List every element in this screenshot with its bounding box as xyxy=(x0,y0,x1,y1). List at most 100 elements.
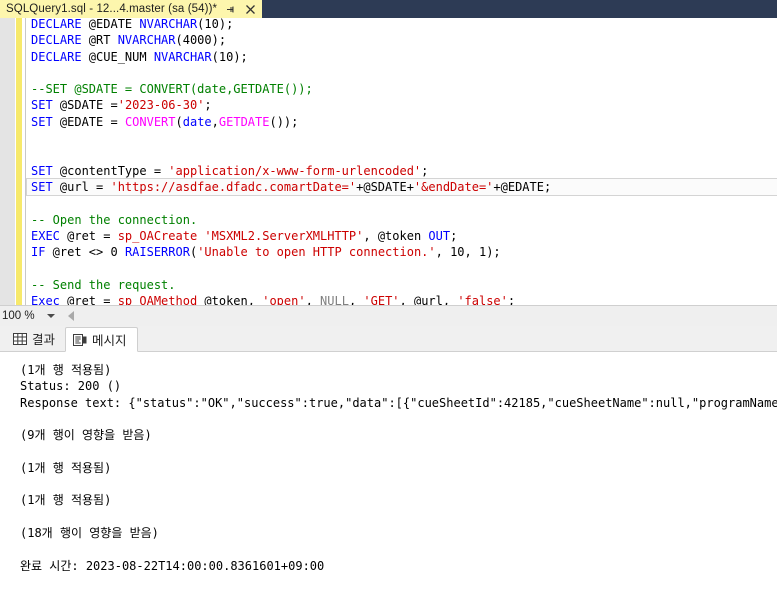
line-exec-oacreate-token-5: , @token xyxy=(363,228,429,243)
line-set-contenttype-token-3: ; xyxy=(421,163,429,178)
message-line: (1개 행 적용됨) xyxy=(20,363,112,377)
line-comment-open[interactable]: -- Open the connection. xyxy=(27,212,777,228)
line-if-raiserror[interactable]: IF @ret <> 0 RAISERROR('Unable to open H… xyxy=(27,244,777,260)
line-set-url[interactable]: SET @url = 'https://asdfae.dfadc.comartD… xyxy=(26,177,777,197)
line-set-edate-token-4: date xyxy=(182,114,212,129)
line-exec-oamethod-token-11: ; xyxy=(507,294,516,305)
line-declare-cuenum-token-3: ( xyxy=(211,49,219,64)
line-exec-oamethod-token-8: 'GET' xyxy=(363,294,400,305)
line-comment-send[interactable]: -- Send the request. xyxy=(27,277,777,293)
close-tab-icon[interactable] xyxy=(245,4,257,15)
line-set-edate-token-3: ( xyxy=(175,114,183,129)
grid-icon xyxy=(13,332,27,346)
tab-results-label: 결과 xyxy=(32,332,56,347)
line-exec-oacreate[interactable]: EXEC @ret = sp_OACreate 'MSXML2.ServerXM… xyxy=(27,228,777,244)
line-exec-oamethod-token-9: , @url, xyxy=(399,294,458,305)
message-line: (9개 행이 영향을 받음) xyxy=(20,428,152,443)
line-exec-oamethod-token-10: 'false' xyxy=(457,294,508,305)
line-declare-edate[interactable]: DECLARE @EDATE NVARCHAR(10); xyxy=(27,18,777,32)
line-if-raiserror-token-4: 'Unable to open HTTP connection.' xyxy=(197,245,436,260)
line-set-sdate[interactable]: SET @SDATE ='2023-06-30'; xyxy=(27,97,777,113)
line-if-raiserror-token-5: , 10, 1); xyxy=(435,245,501,260)
line-set-contenttype[interactable]: SET @contentType = 'application/x-www-fo… xyxy=(27,163,777,179)
line-comment-send-token-0: -- Send the request. xyxy=(31,277,176,292)
line-blank-4[interactable] xyxy=(27,195,777,211)
line-set-edate-token-5: , xyxy=(211,114,219,129)
line-if-raiserror-token-2: RAISERROR xyxy=(124,245,190,260)
line-exec-oacreate-token-0: EXEC xyxy=(31,228,60,243)
line-set-edate-token-1: @EDATE = xyxy=(52,114,125,129)
line-if-raiserror-token-1: @ret <> 0 xyxy=(45,245,125,260)
chevron-down-icon[interactable] xyxy=(47,314,55,318)
message-line: (1개 행 적용됨) xyxy=(20,460,112,475)
line-declare-rt-token-3: ( xyxy=(175,33,183,48)
line-declare-cuenum-token-4: 10 xyxy=(218,49,234,64)
document-tab-strip: SQLQuery1.sql - 12...4.master (sa (54))* xyxy=(0,0,777,18)
line-exec-oacreate-token-6: OUT xyxy=(428,228,451,243)
line-declare-cuenum-token-0: DECLARE xyxy=(31,49,82,64)
scroll-left-arrow-icon[interactable] xyxy=(68,311,74,321)
tab-messages[interactable]: 메시지 xyxy=(65,327,138,352)
line-exec-oacreate-token-2: sp_OACreate xyxy=(117,228,198,243)
document-tab-sqlquery1[interactable]: SQLQuery1.sql - 12...4.master (sa (54))* xyxy=(0,0,263,18)
line-blank-3[interactable] xyxy=(27,146,777,162)
line-exec-oamethod-token-6: NULL xyxy=(320,294,349,305)
zoom-level-dropdown[interactable]: 100 % xyxy=(0,306,60,326)
line-declare-cuenum[interactable]: DECLARE @CUE_NUM NVARCHAR(10); xyxy=(27,49,777,65)
line-set-sdate-token-3: ; xyxy=(204,98,212,113)
line-comment-set-sdate[interactable]: --SET @SDATE = CONVERT(date,GETDATE()); xyxy=(27,81,777,97)
line-set-contenttype-token-2: 'application/x-www-form-urlencoded' xyxy=(168,163,422,178)
tab-messages-label: 메시지 xyxy=(92,333,127,348)
editor-status-bar: 100 % xyxy=(0,305,777,326)
line-exec-oamethod-token-5: , xyxy=(305,294,321,305)
editor-indicator-margin xyxy=(0,18,15,305)
message-line: (18개 행이 영향을 받음) xyxy=(20,525,159,540)
line-exec-oamethod-token-3: @token, xyxy=(197,294,263,305)
sql-code-editor[interactable]: DECLARE @EDATE NVARCHAR(10); DECLARE @RT … xyxy=(0,18,777,305)
line-declare-rt-token-2: NVARCHAR xyxy=(117,33,176,48)
line-set-url-token-2: 'https://asdfae.dfadc.comartDate=' xyxy=(110,179,357,194)
line-exec-oamethod-token-2: sp_OAMethod xyxy=(117,294,198,305)
message-icon xyxy=(73,333,87,347)
line-set-url-token-4: '&endDate=' xyxy=(413,179,494,194)
line-declare-rt-token-0: DECLARE xyxy=(31,33,82,48)
line-blank-5[interactable] xyxy=(27,260,777,276)
line-comment-open-token-0: -- Open the connection. xyxy=(31,212,198,227)
line-if-raiserror-token-0: IF xyxy=(31,245,46,260)
line-set-edate-token-7: ()); xyxy=(269,114,299,129)
message-line: Status: 200 () xyxy=(20,379,122,394)
line-declare-cuenum-token-1: @CUE_NUM xyxy=(81,49,154,64)
line-comment-set-sdate-token-0: --SET @SDATE = CONVERT(date,GETDATE()); xyxy=(31,82,313,97)
line-set-edate[interactable]: SET @EDATE = CONVERT(date,GETDATE()); xyxy=(27,114,777,130)
line-declare-edate-token-0: DECLARE xyxy=(31,18,82,31)
line-set-edate-token-6: GETDATE xyxy=(218,114,270,129)
line-set-contenttype-token-0: SET xyxy=(31,163,53,178)
editor-gutter-separator xyxy=(25,18,26,305)
line-declare-rt-token-5: ); xyxy=(211,33,227,48)
line-blank-1[interactable] xyxy=(27,65,777,81)
line-set-url-token-0: SET xyxy=(31,179,53,194)
zoom-level-value: 100 % xyxy=(2,310,35,322)
line-exec-oacreate-token-7: ; xyxy=(450,228,458,243)
line-blank-2[interactable] xyxy=(27,130,777,146)
line-set-edate-token-2: CONVERT xyxy=(124,114,176,129)
editor-code-text[interactable]: DECLARE @EDATE NVARCHAR(10); DECLARE @RT … xyxy=(26,18,777,305)
pin-tab-icon[interactable] xyxy=(225,4,237,15)
line-exec-oamethod[interactable]: Exec @ret = sp_OAMethod @token, 'open' , … xyxy=(27,293,777,305)
messages-output-panel[interactable]: (1개 행 적용됨) Status: 200 () Response text: {… xyxy=(0,352,777,607)
line-declare-cuenum-token-2: NVARCHAR xyxy=(153,49,212,64)
line-set-sdate-token-0: SET xyxy=(31,98,53,113)
line-declare-rt[interactable]: DECLARE @RT NVARCHAR(4000); xyxy=(27,32,777,48)
line-set-edate-token-0: SET xyxy=(31,114,53,129)
message-line: (1개 행 적용됨) xyxy=(20,493,112,508)
line-set-url-token-5: +@EDATE; xyxy=(493,179,552,194)
editor-horizontal-scrollbar[interactable] xyxy=(62,306,777,326)
line-exec-oamethod-token-0: Exec xyxy=(31,294,60,305)
line-declare-rt-token-1: @RT xyxy=(81,33,118,48)
line-exec-oamethod-token-7: , xyxy=(348,294,364,305)
tab-results[interactable]: 결과 xyxy=(6,326,65,351)
